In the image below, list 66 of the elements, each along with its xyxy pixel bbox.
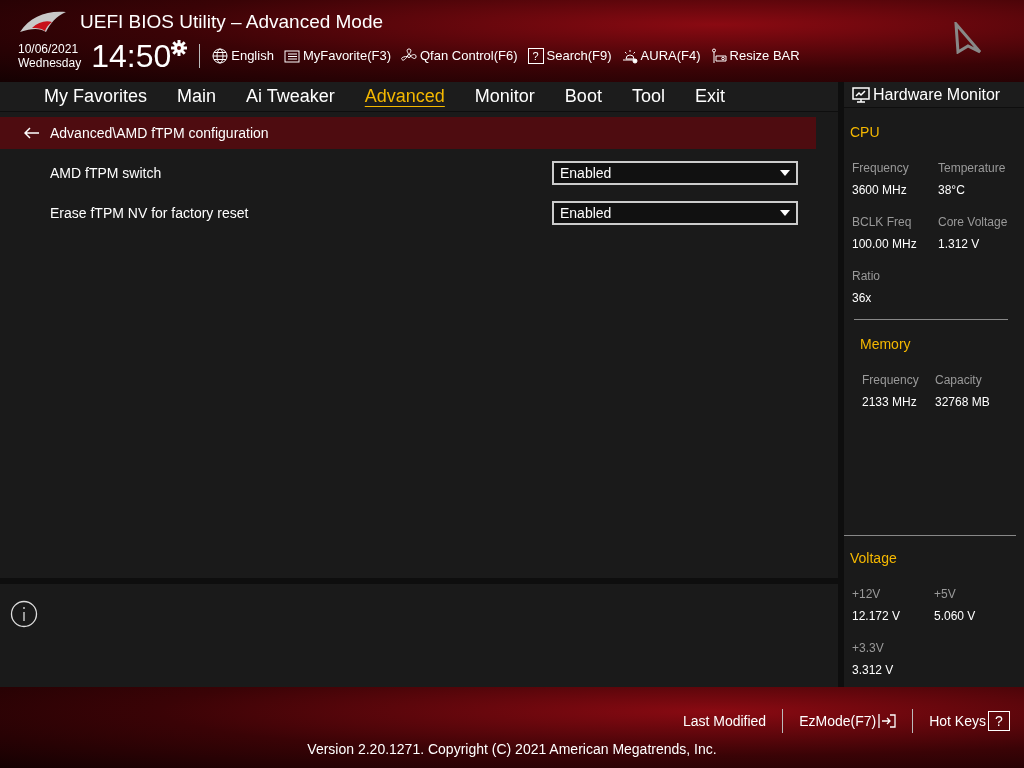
window-title: UEFI BIOS Utility – Advanced Mode bbox=[80, 10, 384, 34]
list-icon bbox=[283, 47, 300, 64]
section-title: CPU bbox=[850, 123, 881, 142]
toolbar-button[interactable]: AURA(F4) bbox=[621, 45, 701, 66]
monitor-label: +3.3V bbox=[852, 640, 885, 657]
monitor-value: 3600 MHz bbox=[852, 182, 908, 199]
monitor-icon bbox=[852, 86, 870, 103]
monitor-value: 32768 MB bbox=[935, 394, 991, 411]
exit-icon bbox=[878, 713, 897, 729]
toolbar-button[interactable]: Resize BAR bbox=[710, 45, 800, 66]
monitor-label: Frequency bbox=[862, 372, 920, 389]
monitor-value: 38°C bbox=[938, 182, 966, 199]
section-title: Voltage bbox=[850, 549, 898, 568]
copyright-text: Version 2.20.1271. Copyright (C) 2021 American Megatrends, Inc. bbox=[307, 740, 717, 759]
monitor-value: 3.312 V bbox=[852, 662, 895, 679]
menu-tab[interactable]: My Favorites bbox=[44, 83, 148, 110]
clock-text: 14:50 bbox=[91, 38, 172, 73]
monitor-label: +12V bbox=[852, 586, 882, 603]
date-text: 10/06/2021 bbox=[18, 41, 80, 56]
back-arrow-icon[interactable] bbox=[24, 127, 40, 139]
caret-icon bbox=[780, 210, 790, 216]
card-icon bbox=[710, 47, 727, 64]
setting-dropdown[interactable]: Enabled bbox=[552, 201, 798, 225]
monitor-label: Temperature bbox=[938, 160, 1007, 177]
setting-label: AMD fTPM switch bbox=[50, 163, 162, 183]
monitor-label: Frequency bbox=[852, 160, 910, 177]
help-icon: ? bbox=[988, 711, 1010, 731]
info-icon bbox=[10, 600, 38, 628]
footer-button[interactable]: EzMode(F7) bbox=[799, 710, 897, 732]
monitor-value: 5.060 V bbox=[934, 608, 977, 625]
setting-dropdown[interactable]: Enabled bbox=[552, 161, 798, 185]
globe-icon bbox=[212, 47, 229, 64]
monitor-value: 12.172 V bbox=[852, 608, 902, 625]
menu-tab[interactable]: Ai Tweaker bbox=[246, 83, 335, 110]
monitor-value: 1.312 V bbox=[938, 236, 981, 253]
breadcrumb-text: Advanced\AMD fTPM configuration bbox=[50, 123, 269, 143]
toolbar-button[interactable]: Qfan Control(F6) bbox=[401, 45, 518, 66]
section-title: Memory bbox=[860, 335, 912, 354]
caret-icon bbox=[780, 170, 790, 176]
toolbar-button[interactable]: English bbox=[212, 45, 274, 66]
footer-button[interactable]: Hot Keys ? bbox=[929, 710, 1010, 732]
toolbar-button[interactable]: MyFavorite(F3) bbox=[283, 45, 391, 66]
toolbar-button[interactable]: ? Search(F9) bbox=[527, 45, 612, 66]
search-icon: ? bbox=[527, 47, 544, 64]
settings-icon[interactable] bbox=[171, 39, 188, 56]
menu-tab[interactable]: Monitor bbox=[474, 83, 535, 110]
monitor-label: Capacity bbox=[935, 372, 983, 389]
monitor-label: +5V bbox=[934, 586, 957, 603]
monitor-label: Ratio bbox=[852, 268, 881, 285]
weekday-text: Wednesday bbox=[18, 55, 82, 70]
footer-button[interactable]: Last Modified bbox=[682, 710, 767, 732]
monitor-title: Hardware Monitor bbox=[873, 84, 1001, 105]
menu-tab[interactable]: Boot bbox=[564, 83, 602, 110]
menu-tab[interactable]: Main bbox=[177, 83, 217, 110]
setting-label: Erase fTPM NV for factory reset bbox=[50, 203, 249, 223]
menu-tab[interactable]: Advanced bbox=[364, 83, 445, 110]
monitor-value: 36x bbox=[852, 290, 873, 307]
fan-icon bbox=[401, 47, 417, 64]
monitor-label: Core Voltage bbox=[938, 214, 1009, 231]
menu-tab[interactable]: Exit bbox=[694, 83, 725, 110]
monitor-label: BCLK Freq bbox=[852, 214, 913, 231]
menu-tab[interactable]: Tool bbox=[631, 83, 665, 110]
monitor-value: 100.00 MHz bbox=[852, 236, 918, 253]
triangle-logo-icon bbox=[952, 21, 982, 54]
monitor-value: 2133 MHz bbox=[862, 394, 918, 411]
lamp-icon bbox=[621, 47, 638, 64]
